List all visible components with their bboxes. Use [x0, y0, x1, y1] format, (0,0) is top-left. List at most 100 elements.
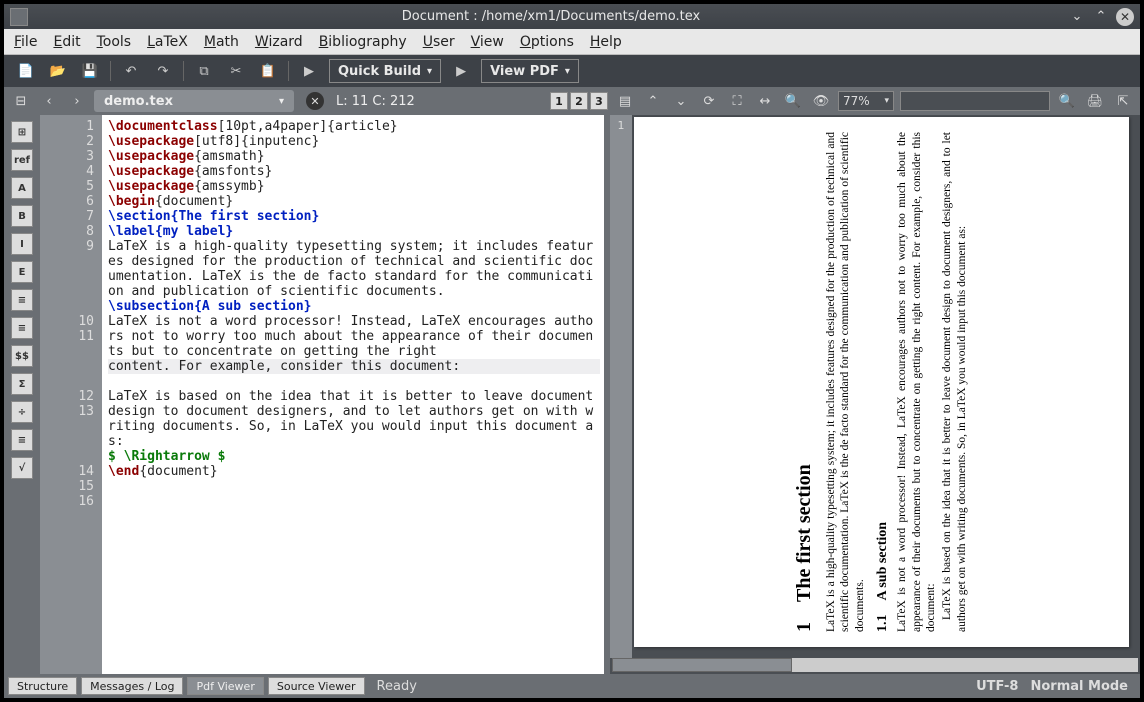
bottom-bar: Structure Messages / Log Pdf Viewer Sour… — [4, 674, 1140, 698]
menu-options[interactable]: Options — [520, 34, 574, 50]
tab-source-viewer[interactable]: Source Viewer — [268, 677, 365, 695]
main-toolbar: 📄 📂 💾 ↶ ↷ ⧉ ✂ 📋 ▶ Quick Build▾ ▶ View PD… — [4, 55, 1140, 87]
panel-toggle-icon[interactable]: ⊟ — [10, 90, 32, 112]
left-tool-9[interactable]: Σ — [11, 373, 33, 395]
redo-icon[interactable]: ↷ — [151, 59, 175, 83]
pdf-section-title: 1 The first section — [793, 132, 816, 632]
fit-page-icon[interactable]: ⛶ — [726, 90, 748, 112]
titlebar: Document : /home/xm1/Documents/demo.tex … — [4, 4, 1140, 29]
tab-pdf-viewer[interactable]: Pdf Viewer — [187, 677, 263, 695]
menu-latex[interactable]: LaTeX — [147, 34, 188, 50]
menu-view[interactable]: View — [471, 34, 504, 50]
prev-doc-icon[interactable]: ‹ — [38, 90, 60, 112]
menu-bibliography[interactable]: Bibliography — [319, 34, 407, 50]
pdf-search-input[interactable] — [900, 91, 1050, 111]
pdf-down-icon[interactable]: ⌄ — [670, 90, 692, 112]
pdf-subsection-title: 1.1 A sub section — [875, 132, 891, 632]
line-gutter: 12345678910111213141516 — [40, 115, 102, 674]
main-area: ⊞ ref ABIE ≡ ≡ $$ Σ ÷ ≡ √ 12345678910111213141516… — [4, 115, 1140, 674]
code-line: \section{The first section} — [108, 209, 600, 224]
minimize-button[interactable]: ⌄ — [1068, 8, 1086, 26]
left-tool-5[interactable]: E — [11, 261, 33, 283]
left-tool-0[interactable]: ⊞ — [11, 121, 33, 143]
cut-icon[interactable]: ✂ — [224, 59, 248, 83]
left-tool-1[interactable]: ref — [11, 149, 33, 171]
code-line — [108, 374, 600, 389]
menu-tools[interactable]: Tools — [97, 34, 132, 50]
status-text: Ready — [377, 679, 417, 694]
quick-build-combo[interactable]: Quick Build▾ — [329, 59, 441, 83]
toggle-viewer-icon[interactable]: ▤ — [614, 90, 636, 112]
menu-math[interactable]: Math — [204, 34, 239, 50]
app-window: Document : /home/xm1/Documents/demo.tex … — [4, 4, 1140, 698]
scrollbar-thumb[interactable] — [612, 658, 792, 672]
code-line: $ \Rightarrow $ — [108, 449, 600, 464]
document-tab[interactable]: demo.tex ▾ — [94, 90, 294, 112]
pdf-horizontal-scrollbar[interactable] — [612, 658, 1138, 672]
left-tool-2[interactable]: A — [11, 177, 33, 199]
menu-file[interactable]: File — [14, 34, 37, 50]
maximize-button[interactable]: ⌃ — [1092, 8, 1110, 26]
pdf-page-indicator: 1 — [610, 115, 632, 658]
run-view-icon[interactable]: ▶ — [449, 59, 473, 83]
left-tool-12[interactable]: √ — [11, 457, 33, 479]
left-tool-3[interactable]: B — [11, 205, 33, 227]
pdf-rotate-icon[interactable]: ⟳ — [698, 90, 720, 112]
zoom-in-icon[interactable]: 🔍 — [782, 90, 804, 112]
left-tool-10[interactable]: ÷ — [11, 401, 33, 423]
code-line: \usepackage{amsfonts} — [108, 164, 600, 179]
left-tool-11[interactable]: ≡ — [11, 429, 33, 451]
code-line: \label{my label} — [108, 224, 600, 239]
left-tool-4[interactable]: I — [11, 233, 33, 255]
zoom-level[interactable]: 77%▾ — [838, 91, 894, 111]
tab-messages[interactable]: Messages / Log — [81, 677, 183, 695]
dropdown-icon: ▾ — [279, 96, 284, 107]
menubar: File Edit Tools LaTeX Math Wizard Biblio… — [4, 29, 1140, 55]
menu-edit[interactable]: Edit — [53, 34, 80, 50]
undo-icon[interactable]: ↶ — [119, 59, 143, 83]
left-tool-6[interactable]: ≡ — [11, 289, 33, 311]
fit-width-icon[interactable]: ↔ — [754, 90, 776, 112]
code-line: \usepackage[utf8]{inputenc} — [108, 134, 600, 149]
code-line: \documentclass[10pt,a4paper]{article} — [108, 119, 600, 134]
code-line: \usepackage{amssymb} — [108, 179, 600, 194]
eye-icon[interactable]: 👁 — [810, 90, 832, 112]
external-viewer-icon[interactable]: ⇱ — [1112, 90, 1134, 112]
left-toolbar: ⊞ ref ABIE ≡ ≡ $$ Σ ÷ ≡ √ — [4, 115, 40, 674]
pdf-viewport[interactable]: 1 The first section LaTeX is a high-qual… — [632, 115, 1140, 658]
left-tool-7[interactable]: ≡ — [11, 317, 33, 339]
page-layout-selector[interactable]: 1 2 3 — [550, 92, 608, 110]
menu-help[interactable]: Help — [590, 34, 622, 50]
new-file-icon[interactable]: 📄 — [14, 59, 38, 83]
run-icon[interactable]: ▶ — [297, 59, 321, 83]
print-icon[interactable]: 🖨 — [1084, 90, 1106, 112]
editor-mode: Normal Mode — [1030, 679, 1128, 694]
pdf-page: 1 The first section LaTeX is a high-qual… — [634, 117, 1129, 647]
paste-icon[interactable]: 📋 — [256, 59, 280, 83]
pdf-up-icon[interactable]: ⌃ — [642, 90, 664, 112]
view-pdf-combo[interactable]: View PDF▾ — [481, 59, 579, 83]
copy-icon[interactable]: ⧉ — [192, 59, 216, 83]
editor-pane: 12345678910111213141516 \documentclass[1… — [40, 115, 604, 674]
code-line — [108, 479, 600, 494]
left-tool-8[interactable]: $$ — [11, 345, 33, 367]
menu-user[interactable]: User — [423, 34, 455, 50]
code-line: \subsection{A sub section} — [108, 299, 600, 314]
code-editor[interactable]: \documentclass[10pt,a4paper]{article}\us… — [102, 115, 604, 674]
code-line: LaTeX is not a word processor! Instead, … — [108, 314, 600, 374]
search-icon[interactable]: 🔍 — [1056, 90, 1078, 112]
code-line: LaTeX is a high-quality typesetting syst… — [108, 239, 600, 299]
save-file-icon[interactable]: 💾 — [78, 59, 102, 83]
open-file-icon[interactable]: 📂 — [46, 59, 70, 83]
tab-structure[interactable]: Structure — [8, 677, 77, 695]
document-tab-label: demo.tex — [104, 94, 173, 109]
close-button[interactable]: ✕ — [1116, 8, 1134, 26]
next-doc-icon[interactable]: › — [66, 90, 88, 112]
close-tab-icon[interactable]: ✕ — [306, 92, 324, 110]
code-line: \begin{document} — [108, 194, 600, 209]
app-icon — [10, 8, 28, 26]
encoding-label: UTF-8 — [976, 679, 1018, 694]
menu-wizard[interactable]: Wizard — [255, 34, 303, 50]
pdf-paragraph: LaTeX is not a word processor! Instead, … — [895, 132, 938, 632]
pdf-pane: 1 1 The first section LaTeX is a high-qu… — [610, 115, 1140, 674]
